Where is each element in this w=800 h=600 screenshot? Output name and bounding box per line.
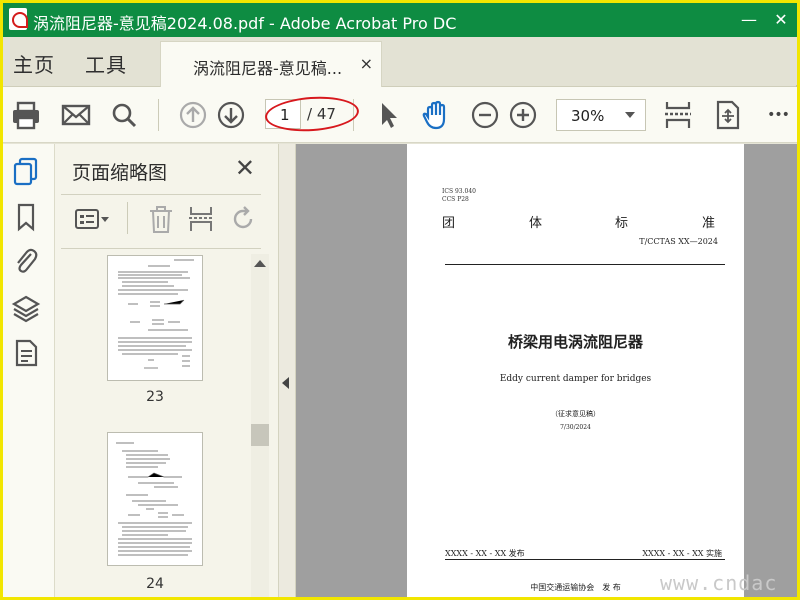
panel-collapse-handle[interactable] (279, 144, 296, 597)
email-icon[interactable] (59, 98, 93, 132)
page-down-icon[interactable] (214, 98, 248, 132)
scroll-up-icon[interactable] (254, 260, 266, 267)
app-window: 涡流阻尼器-意见稿2024.08.pdf - Adobe Acrobat Pro… (0, 0, 800, 600)
tab-home[interactable]: 主页 (13, 49, 55, 78)
page-rule (445, 559, 725, 560)
window-title: 涡流阻尼器-意见稿2024.08.pdf - Adobe Acrobat Pro… (33, 14, 457, 33)
thumbnail-page-23[interactable] (107, 255, 203, 381)
heading-char: 准 (702, 216, 717, 231)
layers-icon[interactable] (11, 293, 41, 323)
scroll-mode-icon[interactable] (661, 98, 695, 132)
heading-char: 团 (442, 216, 457, 231)
thumbnail-page-number: 23 (146, 389, 164, 405)
scrollbar-thumb[interactable] (251, 424, 269, 446)
chevron-down-icon (625, 112, 635, 118)
heading-char: 标 (615, 216, 630, 231)
draft-label: （征求意见稿） (551, 410, 600, 418)
fit-page-icon[interactable] (711, 98, 745, 132)
tab-tools[interactable]: 工具 (85, 49, 127, 78)
zoom-out-icon[interactable] (468, 98, 502, 132)
document-icon[interactable] (11, 338, 41, 368)
panel-divider (61, 248, 261, 249)
page-rule (445, 264, 725, 265)
left-navigation-rail (3, 144, 55, 597)
toolbar-separator (158, 99, 159, 131)
delete-page-icon[interactable] (147, 204, 175, 234)
draft-date: 7/30/2024 (560, 424, 591, 431)
close-window-button[interactable]: ✕ (766, 7, 796, 33)
thumbnail-page-24[interactable] (107, 432, 203, 566)
watermark-text: www.cndac (660, 571, 778, 595)
thumbnail-options-icon[interactable] (73, 204, 113, 234)
insert-page-icon[interactable] (187, 204, 215, 234)
document-title-en: Eddy current damper for bridges (499, 374, 652, 384)
thumbnails-panel: 页面缩略图 ✕ 23 24 (55, 144, 279, 597)
page-thumbnails-icon[interactable] (11, 156, 41, 186)
acrobat-logo-icon (9, 8, 28, 30)
minimize-button[interactable]: — (734, 7, 764, 33)
zoom-level-select[interactable]: 30% (556, 99, 646, 131)
ics-code: ICS 93.040 CCS P28 (442, 188, 476, 204)
heading-char: 体 (529, 216, 544, 231)
document-title-cn: 桥梁用电涡流阻尼器 (507, 333, 643, 351)
more-icon[interactable]: ••• (761, 98, 795, 132)
publish-date: XXXX - XX - XX 发布 (445, 549, 525, 558)
panel-scrollbar[interactable] (251, 254, 269, 597)
hand-tool-icon[interactable] (419, 98, 453, 132)
implement-date: XXXX - XX - XX 实施 (642, 549, 722, 558)
document-tab-label: 涡流阻尼器-意见稿... (193, 59, 343, 78)
zoom-level-value: 30% (571, 107, 605, 125)
print-icon[interactable] (9, 98, 43, 132)
collapse-arrow-icon (282, 377, 289, 389)
document-viewer[interactable]: ICS 93.040 CCS P28 团 体 标 准 T/CCTAS XX—20… (296, 144, 797, 597)
thumbnail-page-number: 24 (146, 576, 164, 592)
zoom-in-icon[interactable] (506, 98, 540, 132)
ics-number: ICS 93.040 (442, 188, 476, 195)
bookmark-icon[interactable] (11, 202, 41, 232)
attachment-icon[interactable] (11, 246, 41, 276)
select-cursor-icon[interactable] (371, 98, 405, 132)
standard-number: T/CCTAS XX—2024 (639, 237, 718, 246)
panel-title: 页面缩略图 (72, 162, 168, 184)
panel-tool-separator (127, 202, 128, 234)
title-bar: 涡流阻尼器-意见稿2024.08.pdf - Adobe Acrobat Pro… (3, 3, 797, 37)
panel-divider (61, 194, 261, 195)
tab-document[interactable]: 涡流阻尼器-意见稿... × (160, 41, 382, 87)
panel-toolbar (55, 196, 279, 242)
close-tab-icon[interactable]: × (360, 54, 373, 73)
tab-bar: 主页 工具 涡流阻尼器-意见稿... × (3, 37, 797, 111)
main-toolbar: 1 / 47 30% ••• (3, 87, 797, 143)
close-panel-icon[interactable]: ✕ (235, 154, 255, 182)
search-icon[interactable] (107, 98, 141, 132)
ccs-number: CCS P28 (442, 196, 469, 203)
document-page: ICS 93.040 CCS P28 团 体 标 准 T/CCTAS XX—20… (407, 144, 744, 597)
rotate-page-icon[interactable] (229, 204, 257, 234)
page-up-icon[interactable] (176, 98, 210, 132)
